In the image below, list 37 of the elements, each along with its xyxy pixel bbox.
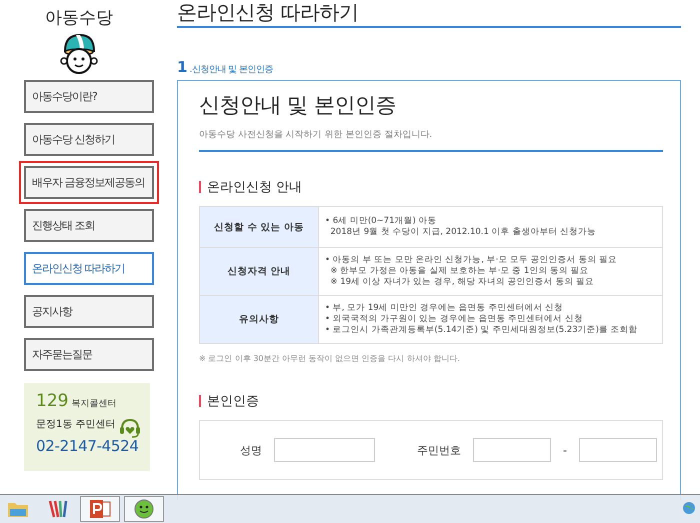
- step-label: .신청안내 및 본인인증: [189, 64, 274, 76]
- call-number: 129: [36, 391, 68, 411]
- call-center-label: 복지콜센터: [71, 399, 116, 409]
- sidebar-menu-item[interactable]: 아동수당이란?: [24, 80, 154, 113]
- sidebar-menu-item[interactable]: 진행상태 조회: [24, 209, 154, 242]
- headset-heart-icon: [118, 417, 142, 439]
- id-number-front-field[interactable]: [473, 438, 551, 462]
- phone-number: 02-2147-4524: [36, 437, 140, 455]
- step-number: 1: [177, 58, 188, 76]
- table-cell: • 부, 모가 19세 미만인 경우에는 읍면동 주민센터에서 신청 • 외국국적의 가구원이 있는 경우에는 읍면동 주민센터에서 신청 • 로그인시 가족관계등록부(5.14기준) 및 주민세대원정보(5.23기준)를 조회함: [318, 296, 662, 344]
- card-title: 신청안내 및 본인인증: [199, 92, 397, 119]
- presentation-app-icon[interactable]: [80, 496, 120, 522]
- session-note: ※ 로그인 이후 30분간 아무런 동작이 없으면 인증을 다시 하셔야 합니다.: [199, 353, 461, 364]
- section-heading: 온라인신청 안내: [207, 179, 302, 196]
- section-marker: [199, 181, 201, 193]
- page-title: 온라인신청 따라하기: [177, 0, 360, 24]
- sidebar-menu-item[interactable]: 아동수당 신청하기: [24, 123, 154, 156]
- name-input-field[interactable]: [274, 438, 375, 462]
- sidebar-menu-item[interactable]: 온라인신청 따라하기: [24, 252, 154, 285]
- card-subtitle: 아동수당 사전신청을 시작하기 위한 본인인증 절차입니다.: [199, 129, 434, 141]
- table-row-header: 신청할 수 있는 아동: [200, 206, 318, 248]
- smiley-face-icon[interactable]: [124, 496, 164, 522]
- table-cell: • 6세 미만(0~71개월) 아동 2018년 9월 첫 수당이 지급, 2012.10.1 이후 출생아부터 신청가능: [318, 206, 662, 248]
- table-cell: • 아동의 부 또는 모만 온라인 신청가능, 부·모 모두 공인인증서 동의 필요 ※ 한부모 가정은 아동을 실제 보호하는 부·모 중 1인의 동의 필요 ※ 19세 이상 자녀가 있는 경우, 해당 자녀의 공인인증서 동의 필요: [318, 248, 662, 296]
- name-label: 성명: [240, 442, 262, 458]
- id-number-label: 주민번호: [417, 442, 461, 458]
- logo-title: 아동수당: [45, 7, 113, 29]
- table-row-header: 신청자격 안내: [200, 248, 318, 296]
- section-marker: [199, 395, 201, 407]
- id-separator: -: [563, 444, 567, 456]
- table-row-header: 유의사항: [200, 296, 318, 344]
- sidebar-menu-item[interactable]: 공지사항: [24, 295, 154, 328]
- sidebar-menu-item[interactable]: 배우자 금융정보제공동의: [24, 166, 154, 199]
- sidebar-menu-item[interactable]: 자주묻는질문: [24, 338, 154, 371]
- id-number-back-field[interactable]: [578, 438, 657, 462]
- section-heading: 본인인증: [207, 393, 259, 410]
- office-name: 문정1동 주민센터: [36, 418, 116, 431]
